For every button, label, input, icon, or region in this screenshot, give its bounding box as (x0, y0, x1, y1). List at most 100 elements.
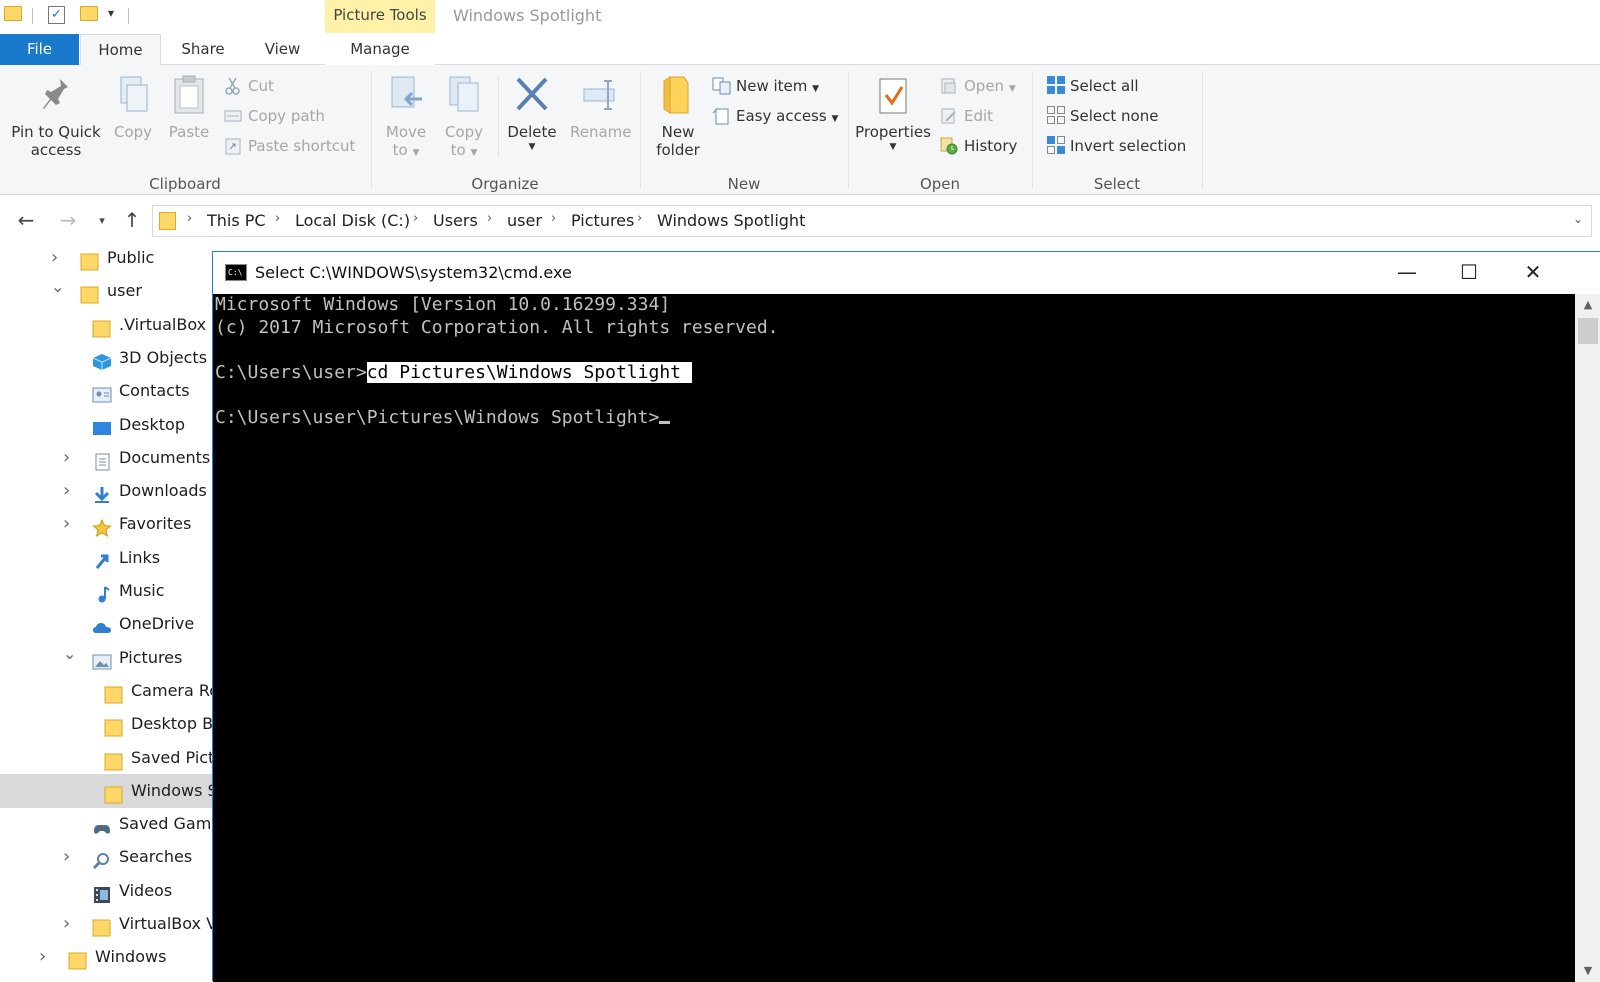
folder-icon (4, 6, 22, 21)
paste-shortcut-button[interactable]: Paste shortcut (224, 135, 355, 157)
select-all-button[interactable]: Select all (1046, 75, 1139, 97)
delete-button[interactable]: Delete ▼ (504, 73, 560, 153)
chevron-down-icon[interactable]: ⌄ (63, 637, 76, 671)
up-arrow-icon[interactable]: ↑ (118, 208, 146, 232)
edit-button[interactable]: Edit (940, 105, 993, 127)
new-folder-icon[interactable] (80, 6, 98, 21)
nav-tree-item[interactable]: › Documents (0, 441, 212, 475)
chevron-right-icon[interactable]: › (63, 474, 70, 508)
rename-button[interactable]: Rename (570, 73, 632, 141)
properties-check-icon[interactable]: ✓ (48, 6, 65, 24)
pictures-icon (92, 649, 112, 670)
breadcrumb-this-pc[interactable]: This PC (207, 211, 266, 230)
chevron-right-icon[interactable]: › (63, 840, 70, 874)
tab-manage[interactable]: Manage (325, 34, 435, 65)
properties-button[interactable]: Properties ▼ (854, 73, 932, 153)
nav-tree-item[interactable]: 3D Objects (0, 341, 212, 375)
nav-tree-item[interactable]: › VirtualBox VM (0, 907, 212, 941)
new-group-label: New (727, 175, 761, 193)
breadcrumb-user[interactable]: user (507, 211, 542, 230)
nav-tree-item[interactable]: Contacts (0, 374, 212, 408)
chevron-right-icon[interactable]: › (63, 507, 70, 541)
tab-file[interactable]: File (0, 34, 79, 65)
close-button[interactable]: ✕ (1509, 258, 1557, 288)
history-label: History (964, 137, 1018, 155)
chevron-right-icon[interactable]: › (63, 907, 70, 941)
new-item-button[interactable]: New item ▼ (712, 75, 819, 97)
maximize-button[interactable]: ☐ (1445, 258, 1493, 288)
history-button[interactable]: History (940, 135, 1017, 157)
nav-tree-item[interactable]: .VirtualBox (0, 308, 212, 342)
nav-tree-item[interactable]: Desktop (0, 408, 212, 442)
nav-tree-item[interactable]: Music (0, 574, 212, 608)
recent-locations-chevron-icon[interactable]: ▾ (88, 214, 116, 227)
breadcrumb-chevron-icon: › (413, 211, 419, 226)
easy-access-button[interactable]: Easy access ▼ (712, 105, 838, 127)
cmd-window-title: Select C:\WINDOWS\system32\cmd.exe (255, 263, 572, 282)
open-button[interactable]: Open ▼ (940, 75, 1016, 97)
select-none-button[interactable]: Select none (1046, 105, 1158, 127)
tab-home[interactable]: Home (80, 34, 161, 66)
tab-view[interactable]: View (245, 34, 320, 65)
breadcrumb-local-disk[interactable]: Local Disk (C:) (295, 211, 410, 230)
nav-tree-item[interactable]: Camera Roll (0, 674, 212, 708)
breadcrumb-users[interactable]: Users (433, 211, 478, 230)
new-folder-label-line2: folder (656, 141, 700, 159)
tab-share[interactable]: Share (163, 34, 243, 65)
nav-tree-item[interactable]: › Windows (0, 940, 212, 974)
cmd-title-bar[interactable]: C:\ Select C:\WINDOWS\system32\cmd.exe —… (213, 252, 1600, 294)
customize-quick-access-icon[interactable]: ▾ (108, 6, 114, 20)
nav-tree-item[interactable]: Videos (0, 874, 212, 908)
nav-tree-item[interactable]: ⌄ user (0, 274, 212, 308)
breadcrumb-windows-spotlight[interactable]: Windows Spotlight (657, 211, 805, 230)
nav-tree-item[interactable]: OneDrive (0, 607, 212, 641)
copy-button[interactable]: Copy (110, 73, 156, 141)
window-title: Windows Spotlight (453, 6, 602, 25)
select-none-icon (1046, 105, 1065, 124)
invert-selection-button[interactable]: Invert selection (1046, 135, 1186, 157)
new-folder-button[interactable]: New folder (646, 73, 710, 159)
nav-tree-item[interactable]: ⌄ Pictures (0, 641, 212, 675)
easy-access-icon (712, 107, 730, 125)
nav-tree-item[interactable]: Desktop Bac (0, 707, 212, 741)
cut-button[interactable]: Cut (224, 75, 274, 97)
minimize-button[interactable]: — (1383, 258, 1431, 288)
breadcrumb-chevron-icon: › (187, 211, 193, 226)
paste-button[interactable]: Paste (166, 73, 212, 141)
move-to-button[interactable]: Move to ▼ (380, 73, 432, 162)
dropdown-arrow-icon: ▼ (889, 142, 897, 152)
forward-arrow-icon[interactable]: → (54, 208, 82, 232)
scrollbar-thumb[interactable] (1578, 318, 1598, 344)
scroll-down-arrow-icon[interactable]: ▼ (1575, 960, 1600, 982)
back-arrow-icon[interactable]: ← (12, 208, 40, 232)
nav-tree-item[interactable]: › Public (0, 244, 212, 275)
copy-path-button[interactable]: Copy path (224, 105, 325, 127)
nav-tree-item[interactable]: Windows Sp (0, 773, 212, 808)
address-bar[interactable]: › This PC › Local Disk (C:) › Users › us… (152, 205, 1592, 237)
scroll-up-arrow-icon[interactable]: ▲ (1575, 294, 1600, 316)
vertical-scrollbar[interactable]: ▲ ▼ (1575, 294, 1600, 982)
breadcrumb-pictures[interactable]: Pictures (571, 211, 634, 230)
chevron-right-icon[interactable]: › (63, 441, 70, 475)
nav-tree-item[interactable]: Saved Games (0, 807, 212, 841)
nav-tree-item[interactable]: › Downloads (0, 474, 212, 508)
folder-icon (104, 782, 124, 804)
3d-objects-icon (92, 349, 112, 370)
copy-to-button[interactable]: Copy to ▼ (438, 73, 490, 162)
nav-tree-item[interactable]: Links (0, 541, 212, 575)
chevron-down-icon[interactable]: ⌄ (51, 270, 64, 304)
nav-tree-item[interactable]: › Favorites (0, 507, 212, 541)
move-to-icon (388, 73, 424, 117)
copy-path-label: Copy path (248, 107, 325, 125)
nav-tree-item[interactable]: › Searches (0, 840, 212, 874)
chevron-right-icon[interactable]: › (39, 940, 46, 974)
nav-tree-item[interactable]: Saved Pictur (0, 741, 212, 775)
history-icon (940, 137, 958, 155)
nav-tree-item-label: user (107, 281, 142, 301)
copy-icon (115, 73, 151, 117)
address-dropdown-chevron-icon[interactable]: ⌄ (1573, 212, 1583, 226)
pin-to-quick-access-button[interactable]: Pin to Quick access (4, 73, 108, 159)
console-output[interactable]: Microsoft Windows [Version 10.0.16299.33… (213, 294, 1575, 982)
group-separator (1032, 71, 1033, 189)
